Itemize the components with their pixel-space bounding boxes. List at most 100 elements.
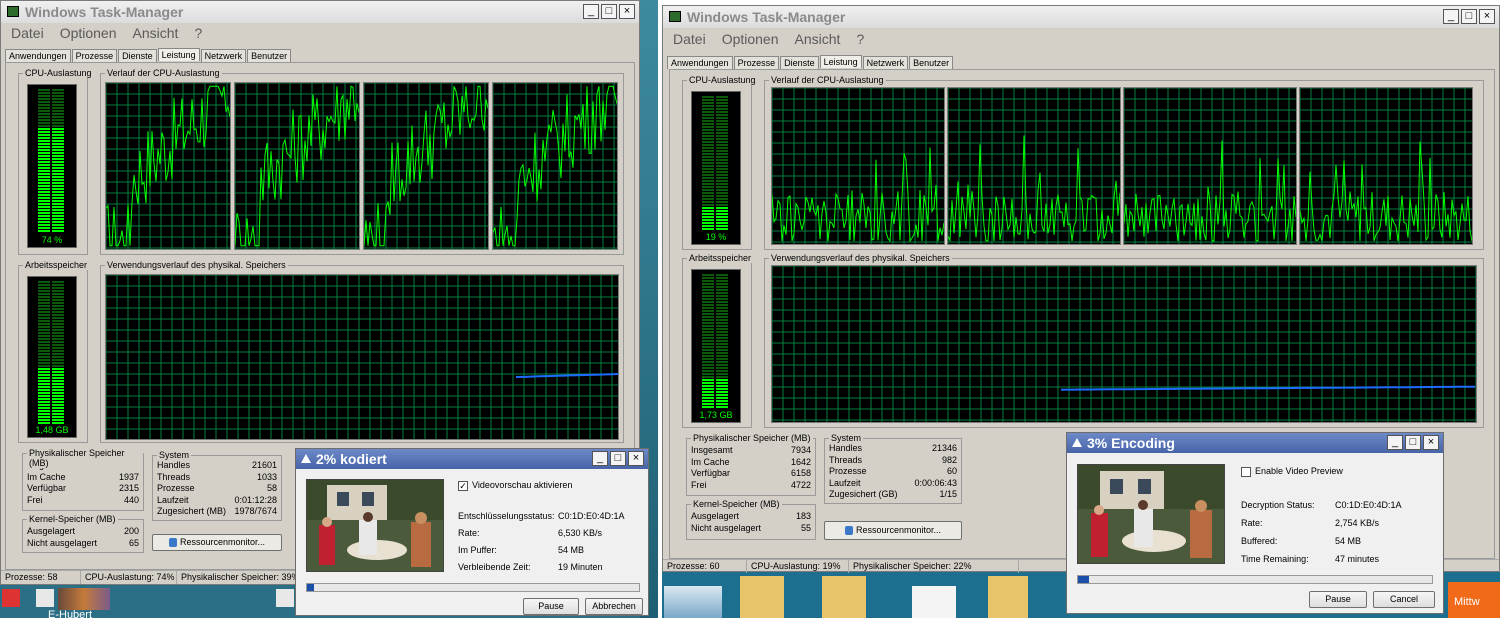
maximize-button[interactable]: □ [610, 451, 626, 466]
tab-prozesse[interactable]: Prozesse [71, 49, 118, 62]
kernel-memory-title: Kernel-Speicher (MB) [691, 499, 782, 509]
stat-value: 60 [946, 466, 957, 476]
close-button[interactable]: × [628, 451, 644, 466]
task-manager-icon [669, 11, 681, 22]
tab-netzwerk[interactable]: Netzwerk [200, 49, 247, 62]
pause-button[interactable]: Pause [523, 598, 579, 615]
folder-icon[interactable] [822, 576, 866, 618]
cpu-value: 74 % [41, 235, 63, 245]
encoding-progress-bar [1077, 575, 1433, 584]
resource-monitor-button[interactable]: Ressourcenmonitor... [824, 521, 962, 540]
video-preview-option[interactable]: Enable Video Preview [1241, 466, 1343, 477]
stat-value: 0:00:06:43 [914, 477, 957, 488]
encoder-icon [301, 454, 311, 463]
tab-leistung[interactable]: Leistung [157, 48, 200, 61]
tab-prozesse[interactable]: Prozesse [733, 56, 780, 69]
menu-help[interactable]: ? [194, 25, 202, 43]
menu-bar: Datei Optionen Ansicht ? [663, 31, 1499, 49]
tab-dienste[interactable]: Dienste [780, 56, 819, 69]
memory-meter: 1,48 GB [27, 276, 77, 438]
cancel-button[interactable]: Abbrechen [585, 598, 643, 615]
system-title: System [157, 450, 192, 460]
status-cpu: CPU-Auslastung: 74% [81, 571, 177, 584]
title-bar[interactable]: Windows Task-Manager _ □ × [663, 6, 1499, 28]
menu-optionen[interactable]: Optionen [722, 31, 779, 49]
menu-ansicht[interactable]: Ansicht [133, 25, 179, 43]
tab-strip: Anwendungen Prozesse Dienste Leistung Ne… [667, 55, 954, 69]
calendar-icon[interactable]: Mittw [1448, 582, 1500, 618]
stat-value: 982 [941, 454, 957, 465]
title-bar[interactable]: Windows Task-Manager _ □ × [1, 1, 639, 23]
dialog-title-bar[interactable]: 2% kodiert _ □ × [296, 449, 648, 469]
stat-value: 65 [128, 537, 139, 548]
stat-label: Handles [829, 443, 863, 453]
stat-label: Handles [157, 460, 191, 470]
cpu-group: CPU-Auslastung 19 % [682, 75, 758, 250]
minimize-button[interactable]: _ [583, 4, 599, 19]
tab-leistung[interactable]: Leistung [819, 55, 862, 68]
minimize-button[interactable]: _ [592, 451, 608, 466]
stat-label: Threads [829, 454, 863, 465]
tab-netzwerk[interactable]: Netzwerk [862, 56, 909, 69]
resource-monitor-button[interactable]: Ressourcenmonitor... [152, 534, 282, 551]
close-button[interactable]: × [1479, 9, 1495, 24]
tab-anwendungen[interactable]: Anwendungen [667, 56, 733, 69]
tab-benutzer[interactable]: Benutzer [909, 56, 954, 69]
close-button[interactable]: × [1423, 435, 1439, 450]
menu-optionen[interactable]: Optionen [60, 25, 117, 43]
vlc-icon[interactable] [58, 588, 110, 610]
desktop-app-icon[interactable] [2, 589, 20, 607]
stat-label: Zugesichert (GB) [829, 489, 898, 499]
menu-help[interactable]: ? [856, 31, 864, 49]
cancel-button[interactable]: Cancel [1373, 591, 1435, 608]
maximize-button[interactable]: □ [1461, 9, 1477, 24]
stat-label: Insgesamt [691, 445, 733, 455]
video-preview-option[interactable]: ✓ Videovorschau aktivieren [458, 480, 572, 491]
maximize-button[interactable]: □ [601, 4, 617, 19]
stat-label: Verfügbar [27, 483, 67, 493]
calendar-label: Mittw [1454, 596, 1480, 608]
system-stats: System Handles 21346 Threads 982 Prozesse 6… [824, 433, 962, 504]
app-icon[interactable] [912, 586, 956, 618]
encoding-dialog-left: 2% kodiert _ □ × ✓ Videovorschau aktivier… [295, 448, 649, 616]
field-label: Entschlüsselungsstatus: [458, 511, 555, 521]
encoder-icon [1072, 438, 1082, 447]
desktop-icon-label: E-Hubert [48, 609, 93, 621]
cpu-core-graph-3 [1123, 87, 1297, 245]
close-button[interactable]: × [619, 4, 635, 19]
menu-ansicht[interactable]: Ansicht [795, 31, 841, 49]
shield-icon [844, 526, 853, 536]
minimize-button[interactable]: _ [1387, 435, 1403, 450]
stat-value: 1978/7674 [234, 506, 277, 516]
maximize-button[interactable]: □ [1405, 435, 1421, 450]
cpu-core-graph-2 [947, 87, 1121, 245]
menu-datei[interactable]: Datei [673, 31, 706, 49]
stat-label: Prozesse [157, 483, 195, 493]
cpu-history-group: Verlauf der CPU-Auslastung [100, 68, 624, 255]
tab-benutzer[interactable]: Benutzer [247, 49, 292, 62]
shortcut-icon[interactable] [36, 589, 54, 607]
cpu-history-label: Verlauf der CPU-Auslastung [769, 75, 886, 85]
folder-icon[interactable] [988, 576, 1028, 618]
stat-value: 1/15 [939, 489, 957, 499]
checkbox[interactable]: ✓ [458, 480, 468, 491]
minimize-button[interactable]: _ [1443, 9, 1459, 24]
menu-datei[interactable]: Datei [11, 25, 44, 43]
folder-icon[interactable] [740, 576, 784, 618]
cpu-core-graph-4 [492, 82, 618, 250]
field-value: 54 MB [558, 545, 585, 555]
stat-label: Nicht ausgelagert [27, 537, 98, 548]
status-processes: Prozesse: 58 [1, 571, 81, 584]
kernel-memory-title: Kernel-Speicher (MB) [27, 514, 118, 524]
cpu-history-group: Verlauf der CPU-Auslastung [764, 75, 1484, 250]
photo-thumbnail-icon[interactable] [664, 586, 722, 618]
system-title: System [829, 433, 864, 443]
memory-group: Arbeitsspeicher 1,73 GB [682, 253, 754, 428]
shortcut-icon[interactable] [276, 589, 294, 607]
dialog-title-bar[interactable]: 3% Encoding _ □ × [1067, 433, 1443, 453]
tab-anwendungen[interactable]: Anwendungen [5, 49, 71, 62]
stat-value: 1033 [256, 471, 277, 482]
checkbox[interactable] [1241, 466, 1251, 477]
tab-dienste[interactable]: Dienste [118, 49, 157, 62]
pause-button[interactable]: Pause [1309, 591, 1367, 608]
